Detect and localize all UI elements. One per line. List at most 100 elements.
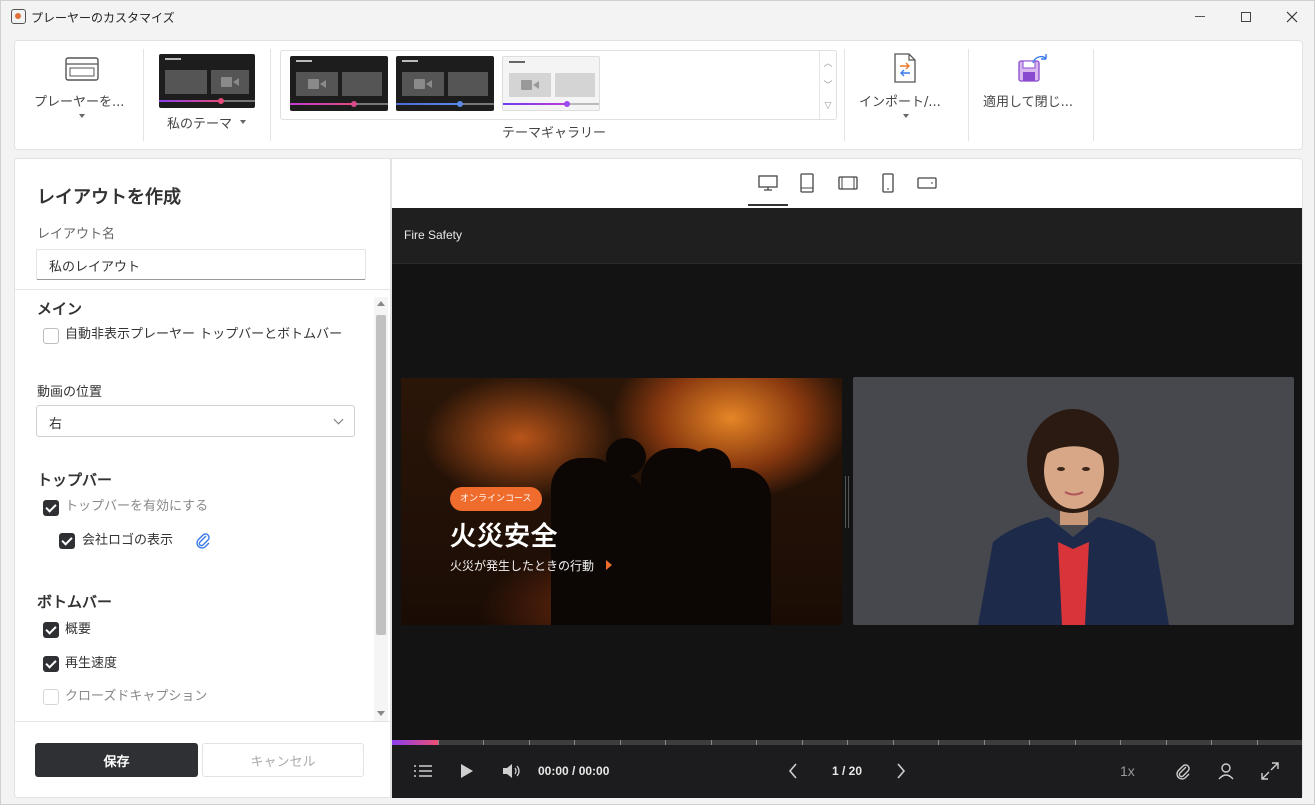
panel-title: レイアウトを作成 (37, 187, 181, 208)
maximize-button[interactable] (1223, 1, 1269, 32)
video-position-label: 動画の位置 (37, 385, 103, 400)
layout-name-input[interactable]: 私のレイアウト (36, 249, 366, 280)
gallery-theme-3[interactable] (502, 56, 600, 111)
summary-label: 概要 (65, 622, 92, 637)
main-heading: メイン (37, 300, 83, 318)
save-button[interactable]: 保存 (35, 743, 198, 777)
desktop-icon (758, 175, 778, 191)
arrow-icon (606, 560, 612, 570)
attachment-icon[interactable] (195, 531, 211, 549)
player-button[interactable]: プレーヤーを... (23, 45, 141, 141)
tablet-landscape-view-button[interactable] (836, 173, 860, 193)
theme-progress-dot (218, 98, 224, 104)
phone-landscape-view-button[interactable] (915, 173, 939, 193)
gallery-scrollbar[interactable]: ︿ ﹀ ▽ (819, 51, 836, 119)
preview-panel: Fire Safety オンラインコース 火災安全 火災が発生したときの行動 0… (391, 158, 1303, 798)
cancel-button[interactable]: キャンセル (202, 743, 364, 777)
video-camera-icon (221, 77, 239, 87)
volume-button[interactable] (500, 759, 524, 783)
auto-hide-checkbox[interactable] (43, 328, 59, 344)
gallery-scroll-up-icon[interactable]: ︿ (820, 51, 836, 73)
layout-name-label: レイアウト名 (37, 227, 116, 242)
customize-player-window: プレーヤーのカスタマイズ プレーヤーを... 私のテーマ ︿ ﹀ ▽ テーマギャ… (0, 0, 1315, 805)
closed-caption-checkbox[interactable] (43, 689, 59, 705)
player-button-label: プレーヤーを... (34, 95, 125, 110)
ribbon-separator (844, 49, 845, 141)
topbar-heading: トップバー (37, 471, 113, 489)
my-theme-button[interactable]: 私のテーマ (156, 50, 260, 140)
play-button[interactable] (456, 759, 478, 783)
app-icon (11, 9, 26, 24)
scroll-down-arrow-icon[interactable] (377, 711, 385, 716)
slide-title: 火災安全 (450, 522, 559, 552)
slide-subtitle: 火災が発生したときの行動 (450, 559, 595, 573)
tablet-landscape-icon (838, 176, 858, 190)
player-top-bar: Fire Safety (392, 208, 1302, 264)
tablet-portrait-view-button[interactable] (795, 173, 819, 193)
video-camera-icon (521, 80, 539, 90)
close-button[interactable] (1269, 1, 1315, 32)
playback-speed-checkbox[interactable] (43, 656, 59, 672)
chevron-left-icon (788, 763, 797, 779)
close-icon (1286, 11, 1298, 22)
player-bottom-bar: 00:00 / 00:00 1 / 20 1x (392, 745, 1302, 798)
gallery-theme-2[interactable] (396, 56, 494, 111)
scroll-up-arrow-icon[interactable] (377, 301, 385, 306)
gallery-scroll-down-icon[interactable]: ﹀ (820, 73, 836, 95)
playback-speed-label: 再生速度 (65, 656, 118, 671)
phone-landscape-icon (917, 177, 937, 189)
window-title: プレーヤーのカスタマイズ (31, 11, 175, 25)
split-resize-handle[interactable] (845, 476, 849, 528)
playback-speed-button[interactable]: 1x (1120, 763, 1135, 779)
slide-area: オンラインコース 火災安全 火災が発生したときの行動 (401, 378, 842, 625)
previous-slide-button[interactable] (782, 759, 804, 783)
desktop-view-button[interactable] (756, 173, 780, 193)
next-slide-button[interactable] (890, 759, 912, 783)
topbar-enable-checkbox[interactable] (43, 500, 59, 516)
gallery-theme-1[interactable] (290, 56, 388, 111)
video-camera-icon (414, 79, 432, 89)
presenter-toggle-button[interactable] (1215, 759, 1237, 783)
player-title: Fire Safety (404, 228, 463, 242)
active-device-indicator (748, 204, 788, 206)
import-export-icon (894, 53, 916, 83)
fullscreen-icon (1261, 762, 1279, 780)
import-dropdown-caret (903, 114, 909, 118)
phone-portrait-view-button[interactable] (876, 173, 900, 193)
import-button-label: インポート/... (859, 95, 941, 110)
page-indicator: 1 / 20 (832, 764, 863, 778)
gallery-expand-icon[interactable]: ▽ (820, 95, 836, 117)
ribbon-separator (143, 49, 144, 141)
fullscreen-button[interactable] (1259, 759, 1281, 783)
summary-checkbox[interactable] (43, 622, 59, 638)
video-position-select[interactable]: 右 (36, 405, 355, 437)
ribbon-toolbar: プレーヤーを... 私のテーマ ︿ ﹀ ▽ テーマギャラリー インポート/...… (14, 40, 1303, 150)
ribbon-separator (270, 49, 271, 141)
maximize-icon (1241, 11, 1251, 22)
scrollbar-thumb[interactable] (376, 315, 386, 635)
company-logo-checkbox[interactable] (59, 533, 75, 549)
presenter-image (978, 409, 1169, 625)
save-apply-icon (1018, 54, 1047, 82)
auto-hide-label: 自動非表示プレーヤー トップバーとボトムバー (65, 327, 343, 342)
title-bar: プレーヤーのカスタマイズ (1, 1, 1314, 32)
menu-button[interactable] (412, 759, 434, 783)
my-theme-thumbnail (159, 54, 255, 108)
player-preview: Fire Safety オンラインコース 火災安全 火災が発生したときの行動 0… (392, 208, 1302, 798)
section-divider (15, 289, 392, 290)
person-icon (1218, 763, 1234, 780)
my-theme-caret (240, 120, 246, 124)
minimize-button[interactable] (1177, 1, 1223, 32)
player-dropdown-caret (79, 114, 85, 118)
paperclip-icon (1176, 764, 1190, 780)
layout-panel: レイアウトを作成 レイアウト名 私のレイアウト メイン 自動非表示プレーヤー ト… (14, 158, 392, 798)
tablet-portrait-icon (800, 173, 814, 193)
play-icon (461, 764, 473, 778)
attachments-button[interactable] (1172, 759, 1194, 783)
panel-scrollbar[interactable] (374, 297, 388, 721)
apply-and-close-button[interactable]: 適用して閉じ... (975, 45, 1093, 141)
theme-progress-bar (159, 100, 221, 102)
import-button[interactable]: インポート/... (851, 45, 961, 141)
theme-gallery-label: テーマギャラリー (502, 126, 607, 141)
video-position-value: 右 (49, 417, 63, 432)
